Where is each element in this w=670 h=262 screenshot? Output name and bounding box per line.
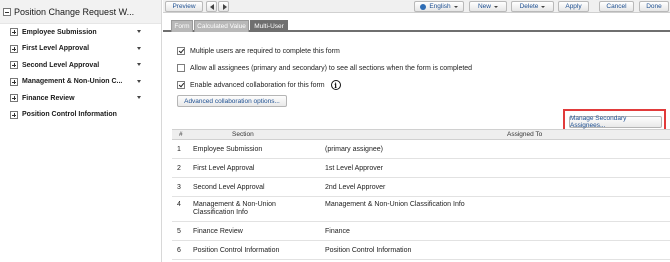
delete-label: Delete — [519, 3, 539, 10]
tree-item-second-level-approval[interactable]: Second Level Approval — [0, 57, 161, 74]
tree-item-label: Management & Non-Union C... — [22, 78, 123, 86]
row-assigned: Management & Non-Union Classification In… — [325, 201, 465, 208]
globe-icon — [420, 3, 427, 10]
row-number: 4 — [177, 201, 181, 208]
col-header-assigned: Assigned To — [507, 131, 543, 138]
chevron-down-icon — [453, 5, 458, 8]
multiple-users-option[interactable]: Multiple users are required to complete … — [177, 47, 340, 55]
col-header-number: # — [179, 131, 183, 138]
tree-item-first-level-approval[interactable]: First Level Approval — [0, 41, 161, 58]
tree-item-management-non-union[interactable]: Management & Non-Union C... — [0, 74, 161, 91]
allow-all-checkbox[interactable] — [177, 64, 185, 72]
tab-label: Calculated Value — [197, 23, 246, 30]
allow-all-option[interactable]: Allow all assignees (primary and seconda… — [177, 64, 472, 72]
tab-form[interactable]: Form — [171, 20, 193, 32]
apply-button[interactable]: Apply — [558, 1, 589, 12]
row-section: Second Level Approval — [193, 184, 265, 191]
cancel-button[interactable]: Cancel — [599, 1, 634, 12]
allow-all-label: Allow all assignees (primary and seconda… — [190, 64, 473, 72]
expand-icon[interactable] — [10, 61, 18, 70]
toolbar: Preview English New Delete Apply Cancel … — [163, 0, 670, 13]
row-assigned: 1st Level Approver — [325, 165, 383, 172]
dropdown-caret-icon[interactable] — [137, 79, 141, 83]
new-button[interactable]: New — [469, 1, 507, 12]
row-number: 3 — [177, 184, 181, 191]
chevron-down-icon — [541, 5, 546, 8]
new-label: New — [477, 3, 491, 10]
table-header: # Section Assigned To — [172, 129, 670, 140]
form-tree-panel: Position Change Request W... Employee Su… — [0, 0, 162, 262]
row-section: Position Control Information — [193, 247, 280, 254]
expand-icon[interactable] — [10, 44, 18, 53]
row-number: 1 — [177, 146, 181, 153]
tab-label: Form — [174, 23, 190, 30]
row-assigned: Position Control Information — [325, 247, 412, 254]
expand-icon[interactable] — [10, 110, 18, 119]
tab-label: Multi-User — [254, 23, 284, 30]
table-row[interactable]: 1 Employee Submission (primary assignee) — [172, 140, 670, 159]
tab-bar: Form Calculated Value Multi-User — [163, 18, 670, 32]
done-label: Done — [646, 3, 662, 10]
tree-item-position-control[interactable]: Position Control Information — [0, 107, 161, 124]
tree-item-label: First Level Approval — [22, 45, 90, 53]
chevron-down-icon — [494, 5, 498, 8]
table-row[interactable]: 2 First Level Approval 1st Level Approve… — [172, 159, 670, 178]
manage-secondary-assignees-button[interactable]: Manage Secondary Assignees... — [569, 115, 662, 129]
tree-root-node[interactable]: Position Change Request W... — [0, 0, 161, 24]
row-section: Finance Review — [193, 228, 243, 235]
expand-icon[interactable] — [10, 94, 18, 103]
tree-item-finance-review[interactable]: Finance Review — [0, 90, 161, 107]
row-section: First Level Approval — [193, 165, 255, 172]
table-row[interactable]: 5 Finance Review Finance — [172, 222, 670, 241]
multiple-users-label: Multiple users are required to complete … — [190, 47, 340, 55]
cancel-label: Cancel — [606, 3, 627, 10]
tab-calculated-value[interactable]: Calculated Value — [194, 20, 249, 32]
advanced-collab-option[interactable]: Enable advanced collaboration for this f… — [177, 80, 341, 90]
language-label: English — [429, 3, 451, 10]
col-header-section: Section — [232, 131, 254, 138]
preview-label: Preview — [172, 3, 196, 10]
advanced-collab-label: Enable advanced collaboration for this f… — [190, 81, 325, 89]
row-assigned: (primary assignee) — [325, 146, 383, 153]
tree-item-employee-submission[interactable]: Employee Submission — [0, 24, 161, 41]
done-button[interactable]: Done — [639, 1, 669, 12]
dropdown-caret-icon[interactable] — [137, 63, 141, 66]
tree-item-label: Finance Review — [22, 94, 75, 102]
language-select[interactable]: English — [414, 1, 464, 12]
tab-multi-user[interactable]: Multi-User — [250, 20, 288, 32]
row-section: Employee Submission — [193, 146, 263, 153]
expand-icon[interactable] — [10, 77, 18, 86]
delete-button[interactable]: Delete — [511, 1, 554, 12]
multiple-users-checkbox[interactable] — [177, 47, 185, 55]
dropdown-caret-icon[interactable] — [137, 96, 141, 99]
tree-root-label: Position Change Request W... — [14, 6, 135, 17]
table-row[interactable]: 4 Management & Non-Union Classification … — [172, 197, 670, 222]
next-arrow-icon[interactable] — [218, 1, 229, 12]
table-row[interactable]: 6 Position Control Information Position … — [172, 241, 670, 260]
advanced-collaboration-options-button[interactable]: Advanced collaboration options... — [177, 95, 287, 107]
row-section: Management & Non-Union Classification In… — [193, 201, 276, 216]
previous-arrow-icon[interactable] — [206, 1, 217, 12]
table-row[interactable]: 3 Second Level Approval 2nd Level Approv… — [172, 178, 670, 197]
dropdown-caret-icon[interactable] — [137, 46, 141, 50]
apply-label: Apply — [565, 3, 582, 10]
row-assigned: 2nd Level Approver — [325, 184, 386, 191]
advanced-options-label: Advanced collaboration options... — [184, 97, 280, 105]
tree-item-label: Position Control Information — [22, 111, 117, 119]
row-assigned: Finance — [325, 228, 350, 235]
manage-secondary-label: Manage Secondary Assignees... — [570, 115, 627, 129]
tree-item-label: Employee Submission — [22, 28, 97, 36]
collapse-icon[interactable] — [3, 7, 11, 16]
dropdown-caret-icon[interactable] — [137, 30, 141, 33]
preview-button[interactable]: Preview — [165, 1, 203, 12]
tree-item-label: Second Level Approval — [22, 61, 100, 69]
section-assignment-table: # Section Assigned To 1 Employee Submiss… — [172, 129, 670, 260]
row-number: 5 — [177, 228, 181, 235]
expand-icon[interactable] — [10, 28, 18, 37]
info-icon[interactable]: i — [330, 80, 341, 90]
advanced-collab-checkbox[interactable] — [177, 81, 185, 89]
row-number: 2 — [177, 165, 181, 172]
row-number: 6 — [177, 247, 181, 254]
